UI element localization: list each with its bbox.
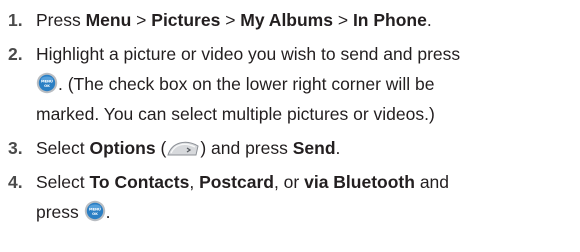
- step-1: 1. Press Menu > Pictures > My Albums > I…: [8, 6, 574, 34]
- step-2: 2. Highlight a picture or video you wish…: [8, 40, 574, 128]
- step-text-segment: and press: [206, 138, 293, 158]
- separator: >: [332, 10, 353, 30]
- svg-text:OK: OK: [44, 84, 50, 88]
- pictures-keyword: Pictures: [151, 10, 221, 30]
- step-text: Press Menu > Pictures > My Albums > In P…: [36, 6, 574, 34]
- my-albums-keyword: My Albums: [240, 10, 333, 30]
- separator: >: [220, 10, 241, 30]
- right-softkey-icon: [166, 138, 200, 158]
- instruction-steps: 1. Press Menu > Pictures > My Albums > I…: [8, 6, 574, 226]
- step-text-segment: Select: [36, 172, 90, 192]
- options-keyword: Options: [89, 138, 156, 158]
- step-number: 2.: [8, 44, 23, 64]
- svg-text:MENU: MENU: [89, 207, 101, 211]
- step-text-segment: .: [105, 202, 111, 222]
- to-contacts-keyword: To Contacts: [89, 172, 190, 192]
- step-text-segment: Select: [36, 138, 90, 158]
- step-text-line: Highlight a picture or video you wish to…: [36, 44, 461, 64]
- via-bluetooth-keyword: via Bluetooth: [304, 172, 415, 192]
- step-text-segment: Press: [36, 10, 86, 30]
- step-text: Select To Contacts, Postcard, or via Blu…: [36, 168, 574, 196]
- step-text-line: press MENU OK .: [36, 198, 574, 226]
- send-keyword: Send: [292, 138, 336, 158]
- step-text-segment: . (The check box on the lower right corn…: [58, 74, 435, 94]
- step-text: Select Options ( ) and press Send.: [36, 134, 574, 162]
- step-text-segment: press: [36, 202, 84, 222]
- in-phone-keyword: In Phone: [352, 10, 427, 30]
- step-text-line: marked. You can select multiple pictures…: [36, 104, 435, 124]
- step-text-segment: ,: [189, 172, 200, 192]
- step-text-segment: (: [155, 138, 167, 158]
- step-text-segment: , or: [273, 172, 305, 192]
- svg-text:MENU: MENU: [41, 79, 53, 83]
- step-text-segment: and: [414, 172, 450, 192]
- step-number: 1.: [8, 10, 23, 30]
- postcard-keyword: Postcard: [199, 172, 274, 192]
- step-4: 4. Select To Contacts, Postcard, or via …: [8, 168, 574, 226]
- step-number: 3.: [8, 138, 23, 158]
- step-3: 3. Select Options ( ) and press Send.: [8, 134, 574, 162]
- svg-text:OK: OK: [92, 212, 98, 216]
- step-text-segment: .: [426, 10, 432, 30]
- menu-ok-key-icon: MENU OK: [36, 72, 58, 94]
- menu-ok-key-icon: MENU OK: [84, 200, 106, 222]
- step-text-line: MENU OK . (The check box on the lower ri…: [36, 70, 574, 98]
- menu-keyword: Menu: [85, 10, 132, 30]
- separator: >: [131, 10, 152, 30]
- step-text-segment: .: [335, 138, 341, 158]
- step-number: 4.: [8, 172, 23, 192]
